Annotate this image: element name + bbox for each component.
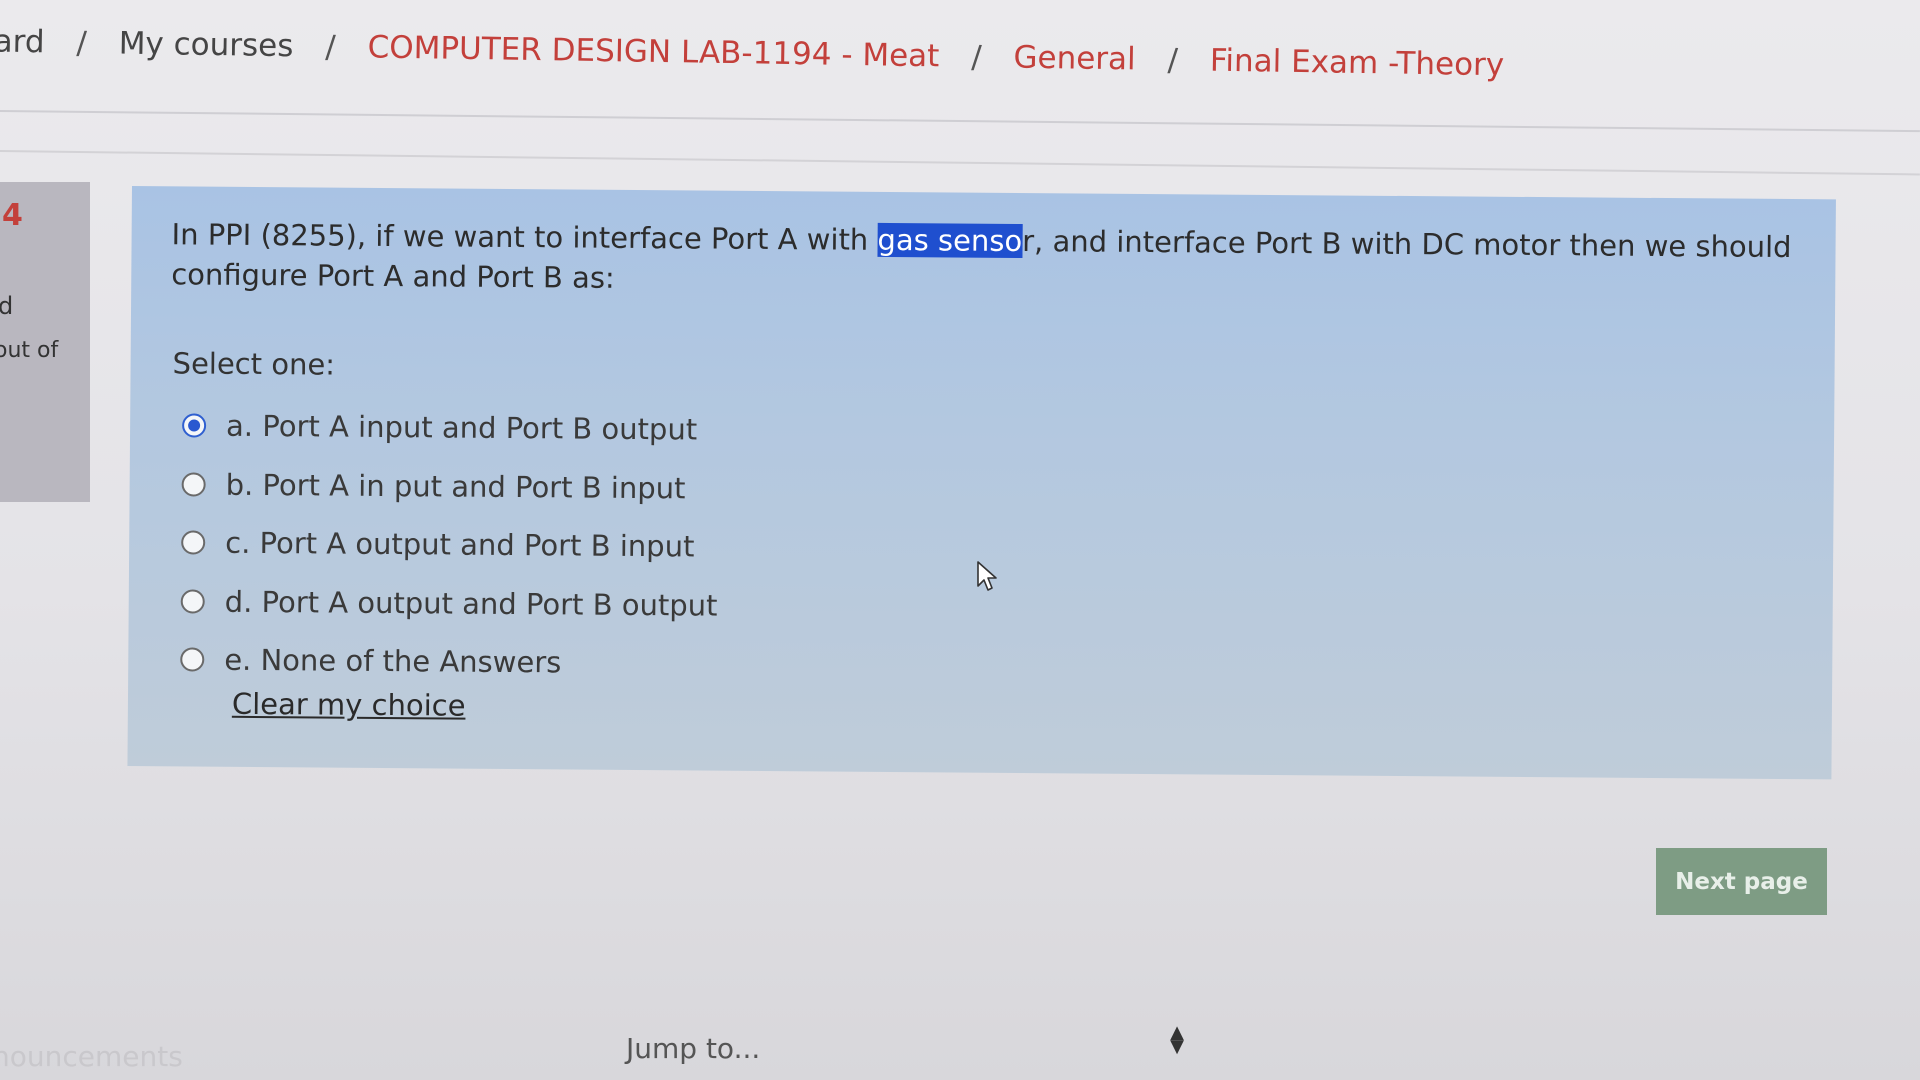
answer-option-b[interactable]: b. Port A in put and Port B input [181,455,718,518]
select-arrows-icon: ▲ ▼ [1170,1022,1184,1057]
mouse-cursor-icon [977,561,997,591]
breadcrumb-separator: / [970,38,982,76]
next-page-button[interactable]: Next page [1656,848,1827,915]
question-text: In PPI (8255), if we want to interface P… [171,214,1822,307]
answer-option-e[interactable]: e. None of the Answers [180,630,717,693]
answer-label[interactable]: a. Port A input and Port B output [226,409,697,447]
answer-label[interactable]: e. None of the Answers [224,643,561,680]
question-state: d [0,292,14,320]
breadcrumb-final-exam[interactable]: Final Exam -Theory [1210,43,1505,84]
question-grade: out of [0,338,59,363]
answer-list: a. Port A input and Port B output b. Por… [180,396,719,693]
answer-option-c[interactable]: c. Port A output and Port B input [181,513,718,576]
breadcrumb-separator: / [325,28,337,65]
answer-option-d[interactable]: d. Port A output and Port B output [180,572,718,635]
jump-to-placeholder: Jump to... [626,1032,761,1065]
clear-choice-link[interactable]: Clear my choice [232,687,466,723]
answer-option-a[interactable]: a. Port A input and Port B output [182,396,719,459]
radio-icon[interactable] [180,647,205,672]
breadcrumb: ard / My courses / COMPUTER DESIGN LAB-1… [0,22,1504,83]
jump-to-select[interactable]: Jump to... ▲ ▼ [608,1018,1184,1074]
radio-selected-icon[interactable] [182,413,207,438]
breadcrumb-separator: / [76,24,88,61]
announcements-link[interactable]: nouncements [0,1040,183,1073]
radio-icon[interactable] [181,530,206,555]
breadcrumb-dashboard[interactable]: ard [0,23,45,60]
breadcrumb-general[interactable]: General [1013,40,1136,78]
radio-icon[interactable] [181,472,206,497]
question-text-start: In PPI (8255), if we want to interface P… [171,217,878,257]
answer-label[interactable]: c. Port A output and Port B input [225,526,694,564]
text-selection-highlight: gas senso [877,222,1023,258]
header-divider [0,110,1920,133]
answer-label[interactable]: d. Port A output and Port B output [225,584,718,622]
radio-icon[interactable] [180,589,205,614]
breadcrumb-course[interactable]: COMPUTER DESIGN LAB-1194 - Meat [367,29,939,74]
answer-label[interactable]: b. Port A in put and Port B input [226,467,686,505]
select-one-label: Select one: [172,346,336,382]
breadcrumb-my-courses[interactable]: My courses [118,25,293,64]
content-divider [0,150,1920,176]
question-number: 4 [2,198,23,233]
breadcrumb-separator: / [1167,41,1179,79]
question-info-panel: 4 d out of [0,182,90,502]
question-card: In PPI (8255), if we want to interface P… [127,186,1836,780]
quiz-page: ard / My courses / COMPUTER DESIGN LAB-1… [0,0,1920,1080]
